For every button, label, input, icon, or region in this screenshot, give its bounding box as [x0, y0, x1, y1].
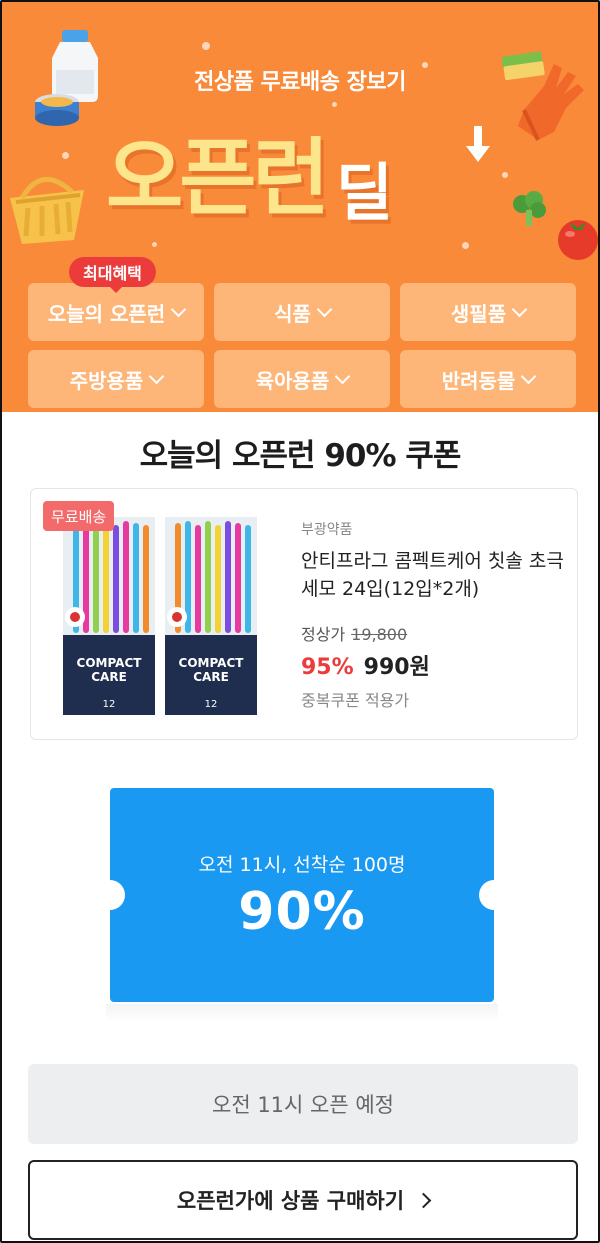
svg-text:12: 12 [205, 699, 218, 710]
category-daily-goods[interactable]: 생필품 [400, 283, 576, 341]
ticket-subtitle: 오전 11시, 선착순 100명 [198, 854, 406, 876]
coupon-ticket: 오전 11시, 선착순 100명 90% [110, 788, 494, 1002]
ticket-value: 90% [238, 882, 366, 942]
hero-title-deal: 딜 [335, 156, 393, 229]
svg-text:COMPACT: COMPACT [179, 656, 245, 670]
hero-banner: 전상품 무료배송 장보기 오픈런 딜 오늘의 오픈런 식품 생필품 주방용품 육… [2, 2, 598, 412]
tomato-icon [558, 220, 598, 260]
category-baby[interactable]: 육아용품 [214, 350, 390, 408]
svg-text:CARE: CARE [91, 670, 127, 684]
product-brand: 부광약품 [301, 522, 353, 538]
category-label: 생필품 [450, 301, 507, 326]
regular-price-label: 정상가 [301, 625, 346, 644]
buy-button[interactable]: 오픈런가에 상품 구매하기 [28, 1160, 578, 1240]
decor-dot [332, 102, 337, 107]
sale-price-row: 95% 990원 [301, 649, 430, 681]
category-label: 오늘의 오픈런 [47, 301, 166, 326]
buy-button-label: 오픈런가에 상품 구매하기 [176, 1189, 405, 1213]
decor-dot [502, 172, 508, 178]
hero-subtitle: 전상품 무료배송 장보기 [194, 70, 406, 95]
chevron-down-icon [521, 368, 537, 384]
chevron-down-icon [511, 301, 528, 317]
category-pet[interactable]: 반려동물 [400, 350, 576, 408]
decor-dot [152, 242, 157, 247]
category-label: 육아용품 [255, 368, 330, 393]
category-food[interactable]: 식품 [214, 283, 390, 341]
category-label: 반려동물 [441, 368, 516, 393]
basket-icon [10, 176, 84, 244]
svg-text:12: 12 [103, 699, 116, 710]
product-image: COMPACT CARE 12 [63, 517, 155, 715]
regular-price: 19,800 [351, 625, 408, 644]
ticket-shadow [106, 1004, 498, 1022]
discount-percent: 95% [301, 655, 354, 680]
coupon-note: 중복쿠폰 적용가 [301, 691, 410, 710]
free-shipping-badge: 무료배송 [43, 501, 115, 531]
chevron-right-icon [415, 1192, 432, 1208]
product-image: COMPACT CARE 12 [165, 517, 257, 715]
decor-dot [202, 42, 210, 50]
chevron-down-icon [170, 301, 187, 317]
chevron-down-icon [316, 301, 333, 317]
page-frame: 전상품 무료배송 장보기 오픈런 딜 오늘의 오픈런 식품 생필품 주방용품 육… [0, 0, 600, 1243]
chevron-down-icon [335, 368, 351, 384]
product-card[interactable]: COMPACT CARE 12 COMPACT CARE 12 무료배송 부광약… [30, 488, 578, 740]
category-kitchen[interactable]: 주방용품 [28, 350, 204, 408]
hero-title: 오픈런 딜 [106, 110, 393, 227]
product-name: 안티프라그 콤펙트케어 칫솔 초극세모 24입(12입*2개) [301, 550, 564, 600]
regular-price-row: 정상가 19,800 [301, 621, 407, 645]
down-arrow-icon [466, 126, 490, 162]
hero-title-main: 오픈런 [106, 129, 330, 227]
svg-text:CARE: CARE [193, 670, 229, 684]
svg-text:COMPACT: COMPACT [77, 656, 143, 670]
chevron-down-icon [149, 368, 165, 384]
best-benefit-badge: 최대혜택 [69, 257, 156, 293]
open-notice-button[interactable]: 오전 11시 오픈 예정 [28, 1064, 578, 1144]
sale-price: 990원 [363, 655, 430, 680]
can-icon [35, 94, 79, 126]
decor-dot [462, 242, 469, 249]
broccoli-icon [513, 191, 546, 226]
decor-dot [62, 152, 69, 159]
section-title: 오늘의 오픈런 90% 쿠폰 [139, 438, 462, 474]
category-label: 주방용품 [69, 368, 144, 393]
category-label: 식품 [274, 301, 311, 326]
